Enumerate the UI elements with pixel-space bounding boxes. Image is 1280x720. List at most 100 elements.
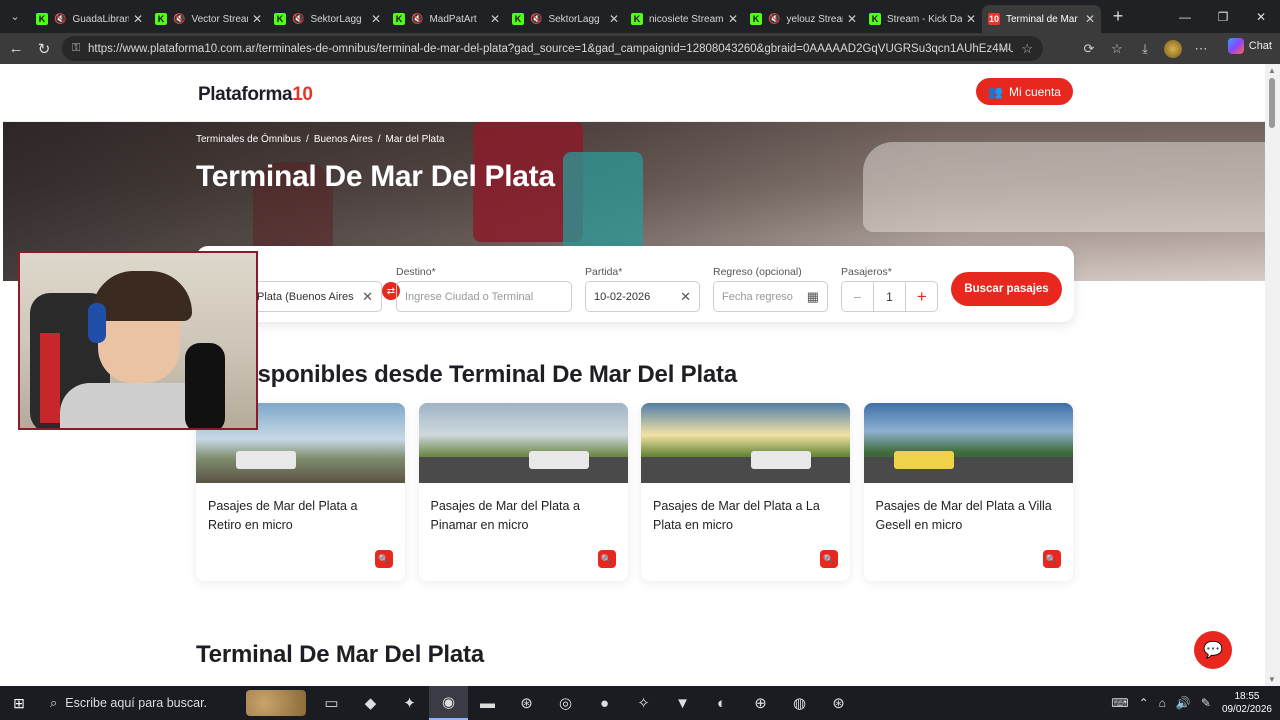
passengers-count[interactable]: 1 xyxy=(874,282,906,311)
tab-actions-menu-icon[interactable]: ⌄ xyxy=(0,0,30,33)
close-tab-icon[interactable]: ✕ xyxy=(1085,12,1095,26)
browser-tab[interactable]: K 🔇 GuadaLibran ✕ xyxy=(30,5,149,33)
more-menu-icon[interactable]: ⋯ xyxy=(1187,41,1215,57)
brave-browser-icon[interactable]: ▼ xyxy=(663,686,702,720)
search-form: Plata (Buenos Aires ✕ ⇄ Destino* Ingrese… xyxy=(196,246,1074,322)
favorite-star-icon[interactable]: ☆ xyxy=(1021,41,1033,57)
new-tab-icon[interactable]: + xyxy=(1101,6,1135,27)
close-tab-icon[interactable]: ✕ xyxy=(252,12,262,26)
my-account-button[interactable]: 👥 Mi cuenta xyxy=(976,78,1073,105)
muted-speaker-icon[interactable]: 🔇 xyxy=(54,14,66,25)
profile-avatar[interactable] xyxy=(1164,39,1182,58)
url-text[interactable]: https://www.plataforma10.com.ar/terminal… xyxy=(88,43,1013,55)
search-icon[interactable]: 🔍 xyxy=(375,550,393,568)
browser-tab[interactable]: K 🔇 MadPatArt ✕ xyxy=(387,5,506,33)
browser-tab[interactable]: K 🔇 SektorLagg ✕ xyxy=(506,5,625,33)
minimize-icon[interactable]: — xyxy=(1166,0,1204,33)
search-icon[interactable]: 🔍 xyxy=(597,550,616,568)
breadcrumb-current: Mar del Plata xyxy=(385,134,445,145)
close-window-icon[interactable]: ✕ xyxy=(1242,0,1280,33)
game-controller-icon[interactable]: ⊕ xyxy=(741,686,780,720)
destino-input[interactable]: Ingrese Ciudad o Terminal xyxy=(396,281,572,312)
site-info-icon[interactable]: ⚿ xyxy=(72,42,86,55)
route-card[interactable]: Pasajes de Mar del Plata a La Plata en m… xyxy=(641,403,850,581)
volume-icon[interactable]: 🔊 xyxy=(1176,696,1191,710)
edge-browser-icon[interactable]: ◉ xyxy=(429,686,468,720)
site-logo[interactable]: Plataforma10 xyxy=(198,84,313,106)
muted-speaker-icon[interactable]: 🔇 xyxy=(768,14,780,25)
close-tab-icon[interactable]: ✕ xyxy=(133,12,143,26)
browser-essentials-icon[interactable]: ⟳ xyxy=(1075,41,1103,57)
close-tab-icon[interactable]: ✕ xyxy=(966,12,976,26)
calendar-icon[interactable]: ▦ xyxy=(807,289,819,305)
muted-speaker-icon[interactable]: 🔇 xyxy=(411,14,423,25)
close-tab-icon[interactable]: ✕ xyxy=(490,12,500,26)
copilot-chat-button[interactable]: Chat xyxy=(1227,38,1272,54)
browser-tab-bar: ⌄ K🔇GuadaLibran✕ K🔇Vector Stream✕ K🔇Sekt… xyxy=(0,0,1280,33)
kick-favicon-icon: K xyxy=(274,13,286,25)
clear-origin-icon[interactable]: ✕ xyxy=(362,289,373,305)
search-icon[interactable]: 🔍 xyxy=(1042,550,1061,568)
muted-speaker-icon[interactable]: 🔇 xyxy=(173,14,185,25)
close-tab-icon[interactable]: ✕ xyxy=(847,12,857,26)
discord-icon[interactable]: ◎ xyxy=(546,686,585,720)
browser-tab[interactable]: K Stream - Kick Da ✕ xyxy=(863,5,982,33)
steam-icon[interactable]: ⊛ xyxy=(507,686,546,720)
browser-tab[interactable]: K🔇yelouz Stream✕ xyxy=(744,5,863,33)
scroll-down-icon[interactable]: ▼ xyxy=(1268,675,1276,684)
ea-app-icon[interactable]: ● xyxy=(585,686,624,720)
clear-date-icon[interactable]: ✕ xyxy=(680,289,691,305)
kick-favicon-icon: K xyxy=(393,13,405,25)
browser-tab[interactable]: Knicosiete Stream ✕ xyxy=(625,5,744,33)
show-hidden-icons-icon[interactable]: ⌃ xyxy=(1139,696,1149,710)
epic-games-icon[interactable]: ◆ xyxy=(351,686,390,720)
favorites-icon[interactable]: ☆ xyxy=(1103,41,1131,57)
routes-list: Pasajes de Mar del Plata a Retiro en mic… xyxy=(196,403,1086,581)
scroll-up-icon[interactable]: ▲ xyxy=(1268,66,1276,75)
taskbar-search[interactable]: ⌕ Escribe aquí para buscar. xyxy=(38,686,308,720)
decrease-passengers-button[interactable]: − xyxy=(842,282,874,311)
battlenet-icon[interactable]: ✧ xyxy=(624,686,663,720)
muted-speaker-icon[interactable]: 🔇 xyxy=(292,14,304,25)
kick-favicon-icon: K xyxy=(36,13,48,25)
close-tab-icon[interactable]: ✕ xyxy=(728,12,738,26)
keyboard-icon[interactable]: ⌨ xyxy=(1111,696,1128,710)
steam-icon[interactable]: ⊛ xyxy=(819,686,858,720)
back-arrow-icon[interactable]: ← xyxy=(2,35,30,63)
windows-start-icon[interactable]: ⊞ xyxy=(0,686,38,720)
breadcrumb-link[interactable]: Buenos Aires xyxy=(314,134,373,145)
increase-passengers-button[interactable]: + xyxy=(905,282,937,311)
pen-icon[interactable]: ✎ xyxy=(1201,696,1211,710)
partida-date-input[interactable]: 10-02-2026 ✕ xyxy=(585,281,700,312)
extensions-icon[interactable]: ⋯ xyxy=(999,42,1011,56)
reload-icon[interactable]: ↻ xyxy=(30,35,58,63)
buscar-pasajes-button[interactable]: Buscar pasajes xyxy=(951,272,1062,306)
close-tab-icon[interactable]: ✕ xyxy=(371,12,381,26)
muted-speaker-icon[interactable]: 🔇 xyxy=(530,14,542,25)
browser-tab[interactable]: K 🔇 SektorLagg ✕ xyxy=(268,5,387,33)
address-bar[interactable]: ⚿ https://www.plataforma10.com.ar/termin… xyxy=(62,36,1043,61)
page-title: Terminal De Mar Del Plata xyxy=(196,160,555,193)
browser-tab[interactable]: K🔇Vector Stream✕ xyxy=(149,5,268,33)
route-image xyxy=(641,403,850,483)
network-icon[interactable]: ⌂ xyxy=(1159,696,1166,710)
close-tab-icon[interactable]: ✕ xyxy=(609,12,619,26)
copilot-icon[interactable]: ✦ xyxy=(390,686,429,720)
downloads-icon[interactable]: ⤓ xyxy=(1131,41,1159,57)
spotify-icon[interactable]: ◍ xyxy=(780,686,819,720)
scrollbar-thumb[interactable] xyxy=(1269,78,1275,128)
task-view-icon[interactable]: ▭ xyxy=(312,686,351,720)
search-icon[interactable]: 🔍 xyxy=(820,550,838,568)
breadcrumb-link[interactable]: Terminales de Ómnibus xyxy=(196,134,301,145)
file-explorer-icon[interactable]: ▬ xyxy=(468,686,507,720)
route-card[interactable]: Pasajes de Mar del Plata a Villa Gesell … xyxy=(863,403,1073,581)
taskbar-clock[interactable]: 18:55 09/02/2026 xyxy=(1222,690,1272,716)
support-chat-icon[interactable]: 💬 xyxy=(1194,631,1232,669)
obs-icon[interactable]: ◐ xyxy=(702,686,741,720)
browser-tab-active[interactable]: 10 Terminal de Mar ✕ xyxy=(982,5,1101,33)
regreso-date-input[interactable]: Fecha regreso ▦ xyxy=(713,281,828,312)
page-scrollbar[interactable]: ▲ ▼ xyxy=(1265,64,1280,686)
restore-icon[interactable]: ❐ xyxy=(1204,0,1242,33)
route-image xyxy=(863,403,1073,483)
route-card[interactable]: Pasajes de Mar del Plata a Pinamar en mi… xyxy=(418,403,628,581)
